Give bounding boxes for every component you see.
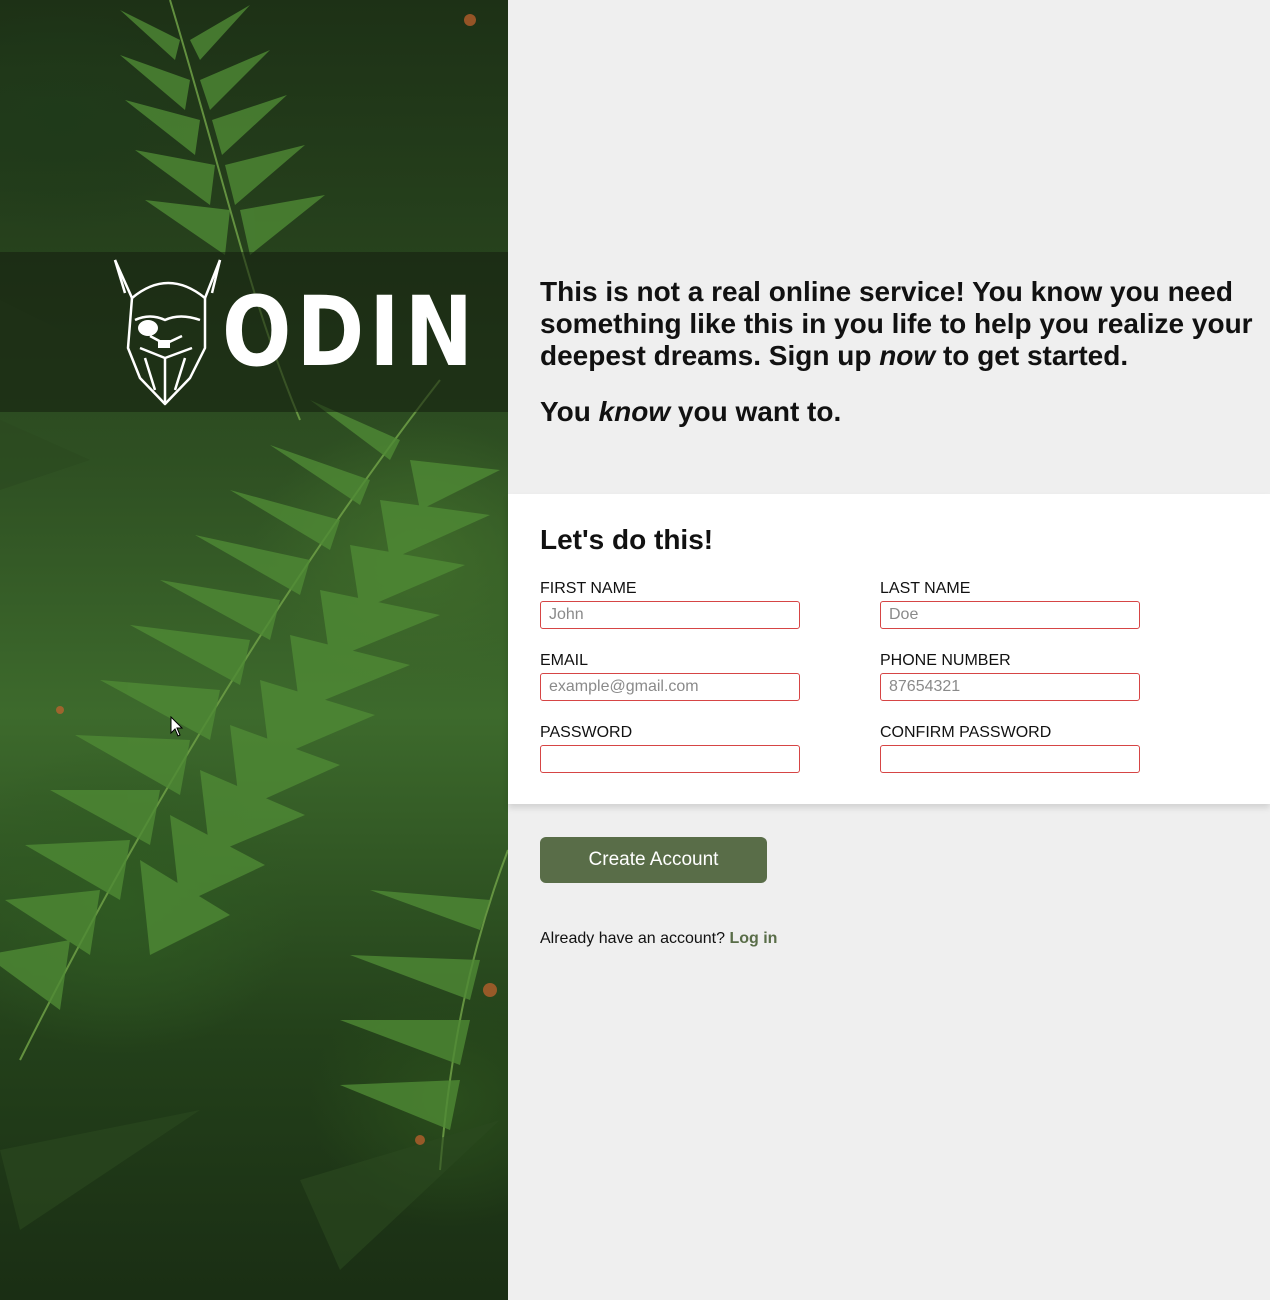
confirm-password-input[interactable] (880, 745, 1140, 773)
intro-emphasis-know: know (598, 396, 671, 427)
email-input[interactable] (540, 673, 800, 701)
first-name-input[interactable] (540, 601, 800, 629)
signup-form: Let's do this! FIRST NAME LAST NAME EMAI… (508, 494, 1270, 804)
confirm-password-label: CONFIRM PASSWORD (880, 724, 1052, 741)
mouse-cursor-icon (170, 716, 184, 737)
intro-paragraph-1: This is not a real online service! You k… (540, 276, 1265, 372)
intro-paragraph-2: You know you want to. (540, 396, 1265, 428)
confirm-password-field-group: CONFIRM PASSWORD (880, 724, 1140, 773)
hero-image-panel: ODIN (0, 0, 508, 1300)
form-title: Let's do this! (540, 524, 714, 555)
create-account-button[interactable]: Create Account (540, 837, 767, 883)
email-label: EMAIL (540, 652, 589, 669)
email-field-group: EMAIL (540, 652, 800, 701)
last-name-input[interactable] (880, 601, 1140, 629)
odin-logo: ODIN (110, 258, 473, 408)
signup-panel: This is not a real online service! You k… (508, 0, 1270, 1300)
phone-input[interactable] (880, 673, 1140, 701)
first-name-field-group: FIRST NAME (540, 580, 800, 629)
login-link[interactable]: Log in (729, 930, 777, 947)
intro-text-2a: You (540, 396, 599, 427)
first-name-label: FIRST NAME (540, 580, 637, 597)
last-name-label: LAST NAME (880, 580, 971, 597)
password-label: PASSWORD (540, 724, 633, 741)
logo-text: ODIN (222, 276, 479, 388)
intro-text-2b: you want to. (670, 396, 842, 427)
phone-label: PHONE NUMBER (880, 652, 1011, 669)
intro-emphasis-now: now (879, 340, 936, 371)
login-prompt: Already have an account? Log in (540, 930, 777, 948)
intro-text-1b: to get started. (935, 340, 1129, 371)
password-field-group: PASSWORD (540, 724, 800, 773)
fern-background-image (0, 0, 508, 1270)
password-input[interactable] (540, 745, 800, 773)
login-prompt-text: Already have an account? (540, 930, 730, 947)
intro-text: This is not a real online service! You k… (540, 276, 1265, 452)
phone-field-group: PHONE NUMBER (880, 652, 1140, 701)
last-name-field-group: LAST NAME (880, 580, 1140, 629)
